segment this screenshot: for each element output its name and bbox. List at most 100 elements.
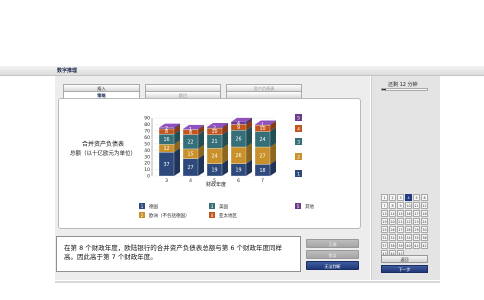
chart-panel: 合并资产负债表 总额（以十亿欧元为单位） 财政年度 0 10 20 30 40 50 60 7…	[58, 98, 361, 229]
data-label: 24	[259, 137, 265, 143]
side-marker-number: 2	[297, 155, 300, 161]
question-nav-cell[interactable]: 6	[421, 194, 428, 201]
question-nav-cell[interactable]: 11	[413, 202, 420, 209]
question-nav-cell[interactable]: 40	[405, 242, 412, 249]
legend-label: 其他	[305, 203, 314, 210]
question-nav-cell[interactable]: 24	[421, 218, 428, 225]
bar-stack: 37121682	[158, 123, 180, 177]
question-nav-cell[interactable]: 8	[389, 202, 396, 209]
question-nav-cell[interactable]: 38	[389, 242, 396, 249]
browser-top-area	[0, 0, 484, 66]
tab-strategy[interactable]: 策略	[63, 91, 140, 98]
legend-label: 亚太地区	[219, 212, 237, 219]
question-nav-cell[interactable]: 29	[413, 226, 420, 233]
question-nav-cell[interactable]: 19	[381, 218, 388, 225]
tab-balance-sheet[interactable]: 资产负债表	[226, 84, 302, 91]
question-nav-cell[interactable]: 32	[389, 234, 396, 241]
y-tick-label: 10	[144, 167, 150, 173]
question-nav-cell[interactable]: 15	[397, 210, 404, 217]
question-nav-cell[interactable]: 20	[389, 218, 396, 225]
question-nav-cell[interactable]: 25	[381, 226, 388, 233]
legend-swatch-number: 3	[211, 204, 214, 209]
question-nav-cell[interactable]: 41	[413, 242, 420, 249]
question-nav-cell[interactable]: 16	[405, 210, 412, 217]
question-nav-cell[interactable]: 42	[421, 242, 428, 249]
question-nav-cell[interactable]: 3	[397, 194, 404, 201]
y-tick-label: 40	[144, 148, 150, 154]
tab-blank-2[interactable]	[226, 91, 302, 98]
question-nav-cell[interactable]: 31	[381, 234, 388, 241]
question-nav-cell[interactable]: 12	[421, 202, 428, 209]
question-nav-cell[interactable]: 7	[381, 202, 388, 209]
question-nav-cell[interactable]: 34	[405, 234, 412, 241]
data-label: 21	[211, 139, 217, 145]
timer-label: 还剩 12 分钟	[388, 82, 418, 88]
x-tick-label: 7	[261, 178, 264, 184]
legend-swatch-number: 5	[297, 204, 300, 209]
question-nav-cell[interactable]: 22	[405, 218, 412, 225]
data-label: 1	[189, 127, 192, 133]
x-tick-label: 5	[213, 178, 216, 184]
question-nav-cell[interactable]: 17	[413, 210, 420, 217]
x-tick-label: 6	[237, 178, 240, 184]
question-nav-cell[interactable]: 5	[413, 194, 420, 201]
question-nav-cell[interactable]: 30	[421, 226, 428, 233]
y-tick-label: 30	[144, 154, 150, 160]
question-nav-cell[interactable]: 27	[397, 226, 404, 233]
question-nav-cell[interactable]: 21	[397, 218, 404, 225]
bottom-divider	[55, 281, 440, 283]
y-tick-label: 90	[144, 116, 150, 122]
bar-stack: 19262694	[230, 117, 252, 177]
question-nav-cell[interactable]: 28	[405, 226, 412, 233]
time-progress-fill	[382, 89, 386, 90]
answer-false-button[interactable]: 错误	[306, 250, 359, 259]
data-label: 26	[235, 136, 241, 142]
back-button[interactable]: 返回	[381, 255, 428, 263]
question-nav-cell[interactable]: 2	[389, 194, 396, 201]
tab-blank-1[interactable]	[145, 84, 221, 91]
question-nav-cell[interactable]: 36	[421, 234, 428, 241]
data-label: 4	[237, 121, 240, 127]
data-label: 22	[187, 140, 193, 146]
time-progress-bar	[381, 88, 428, 91]
x-axis-label: 财政年度	[206, 181, 226, 188]
x-tick-label: 4	[189, 178, 192, 184]
data-label: 1	[261, 122, 264, 128]
question-nav-cell[interactable]: 33	[397, 234, 404, 241]
question-text: 在第 8 个财政年度，欧陆银行的合并资产负债表总额与第 6 个财政年度同样高。因…	[64, 244, 283, 261]
tab-strip: 插入 资产负债表 策略 题目	[63, 84, 363, 98]
data-label: 19	[235, 168, 241, 174]
question-nav-cell[interactable]: 18	[421, 210, 428, 217]
data-label: 37	[163, 162, 169, 168]
answer-cannot-say-button[interactable]: 无法判断	[306, 261, 359, 270]
question-nav-cell[interactable]: 23	[413, 218, 420, 225]
question-nav-cell[interactable]: 26	[389, 226, 396, 233]
bar-stack: 27152281	[182, 124, 204, 177]
question-nav-cell[interactable]: 9	[397, 202, 404, 209]
legend-label: 美国	[219, 203, 228, 210]
tab-question[interactable]: 题目	[145, 91, 221, 98]
question-nav-cell[interactable]: 35	[413, 234, 420, 241]
y-tick-label: 0	[147, 174, 150, 180]
next-button[interactable]: 下一步	[381, 265, 428, 273]
question-nav-cell[interactable]: 13	[381, 210, 388, 217]
question-nav-cell[interactable]: 14	[389, 210, 396, 217]
question-nav-cell[interactable]: 1	[381, 194, 388, 201]
question-nav-cell[interactable]: 39	[397, 242, 404, 249]
data-label: 24	[211, 154, 217, 160]
y-tick-label: 20	[144, 161, 150, 167]
chart-subtitle: 总额（以十亿欧元为单位）	[70, 149, 136, 157]
data-label: 26	[235, 153, 241, 159]
tab-insert[interactable]: 插入	[63, 84, 140, 91]
question-nav-cell[interactable]: 37	[381, 242, 388, 249]
question-nav-cell[interactable]: 4	[405, 194, 412, 201]
side-marker-number: 4	[297, 127, 300, 133]
legend-swatch-number: 4	[211, 213, 214, 218]
app-window: 数字推理 插入 资产负债表 策略 题目 合并资产负债表 总额（以十亿欧元为单位）…	[0, 0, 484, 300]
answer-true-button[interactable]: 正确	[306, 239, 359, 248]
y-tick-label: 70	[144, 128, 150, 134]
legend-label: 德国	[149, 203, 158, 210]
x-tick-label: 3	[165, 178, 168, 184]
question-nav-cell[interactable]: 10	[405, 202, 412, 209]
data-label: 19	[211, 168, 217, 174]
